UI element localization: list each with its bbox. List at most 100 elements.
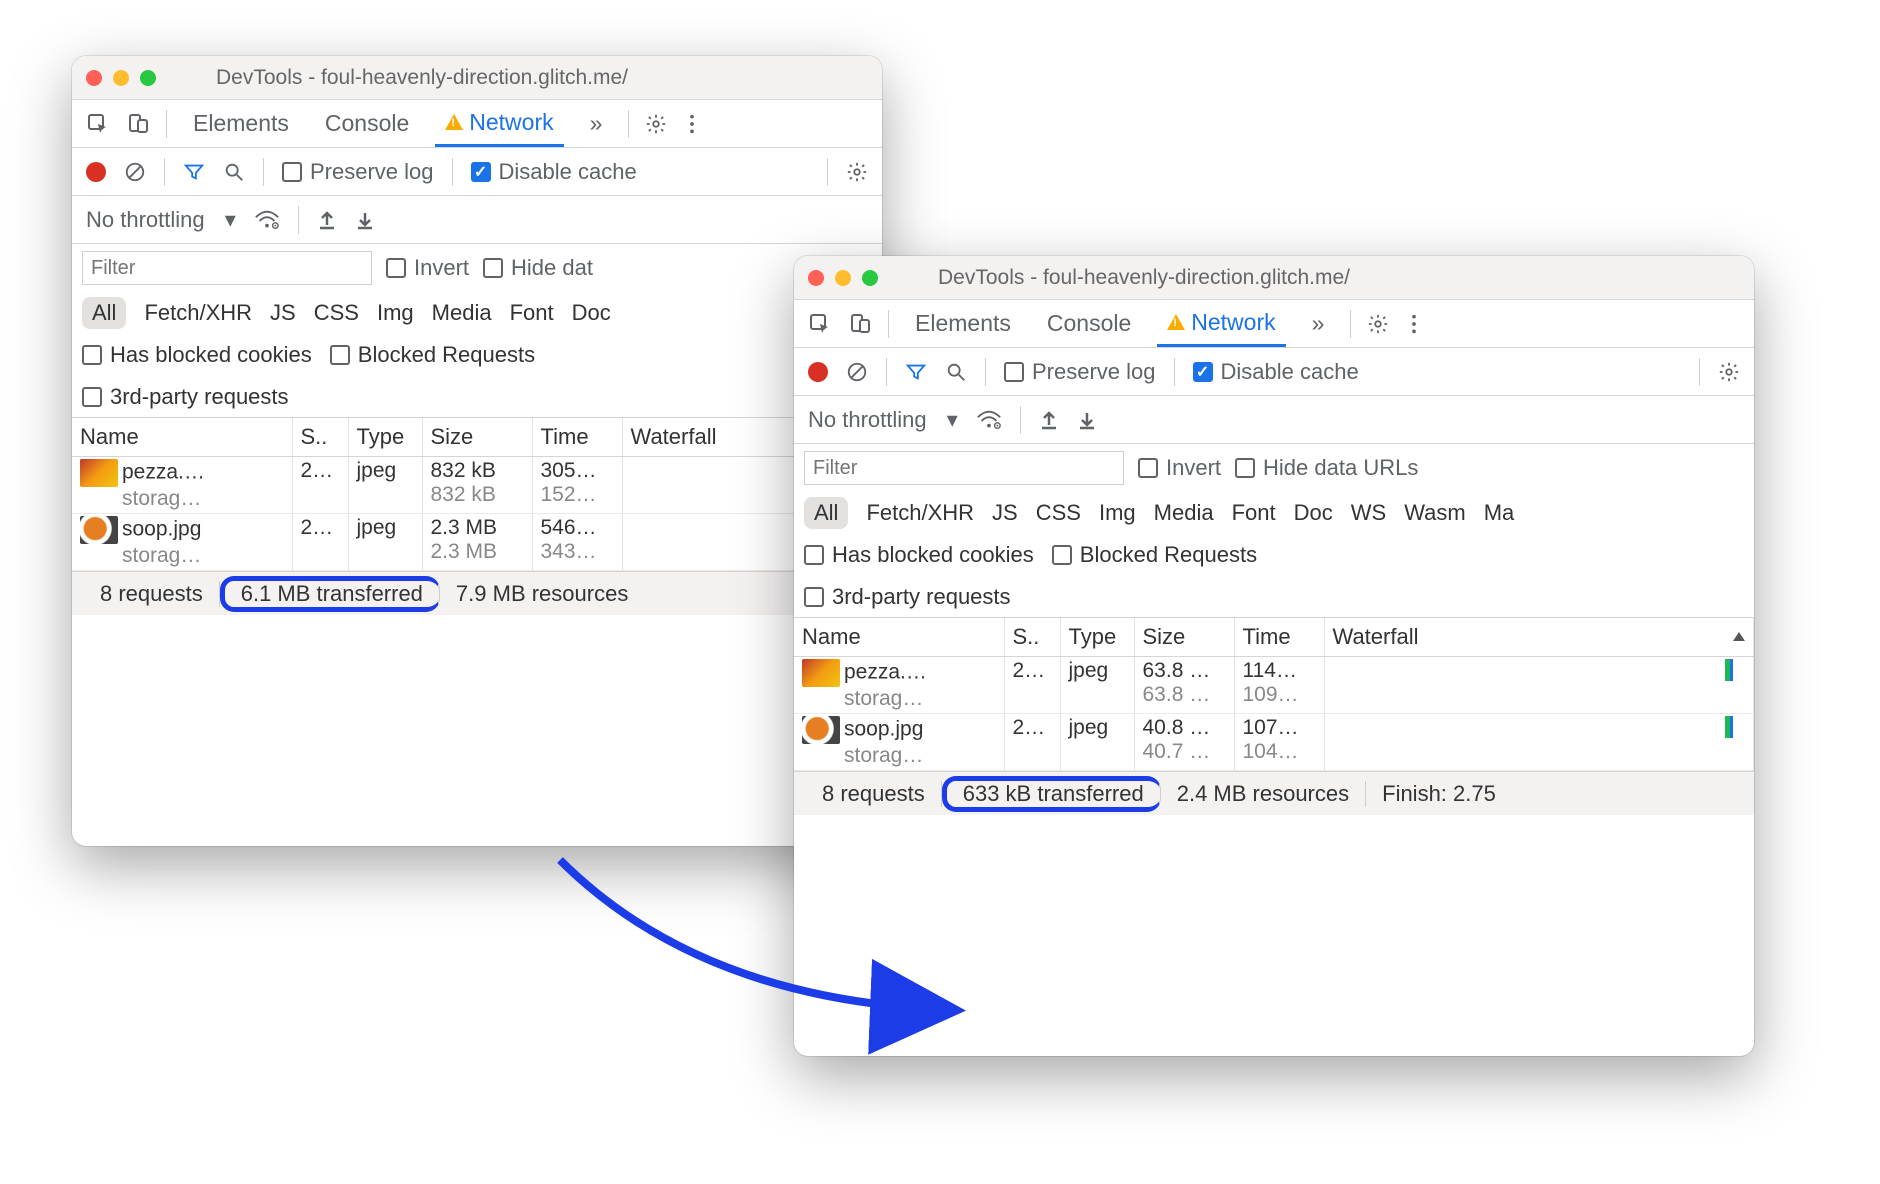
- col-name[interactable]: Name: [794, 618, 1004, 657]
- type-css[interactable]: CSS: [314, 300, 359, 326]
- request-table: Name S.. Type Size Time Waterfall pezza.…: [72, 418, 882, 571]
- col-status[interactable]: S..: [292, 418, 348, 457]
- upload-icon[interactable]: [1039, 409, 1059, 431]
- tab-console[interactable]: Console: [1037, 300, 1141, 347]
- col-size[interactable]: Size: [422, 418, 532, 457]
- tab-network[interactable]: Network: [1157, 300, 1285, 347]
- preserve-log-checkbox[interactable]: Preserve log: [1004, 359, 1156, 385]
- col-status[interactable]: S..: [1004, 618, 1060, 657]
- status-resources: 2.4 MB resources: [1161, 781, 1366, 807]
- wifi-icon[interactable]: [976, 409, 1002, 431]
- tab-network-label: Network: [469, 109, 553, 136]
- clear-icon[interactable]: [846, 361, 868, 383]
- disable-cache-checkbox[interactable]: Disable cache: [471, 159, 637, 185]
- col-time[interactable]: Time: [1234, 618, 1324, 657]
- type-doc[interactable]: Doc: [1294, 500, 1333, 526]
- blocked-requests-checkbox[interactable]: Blocked Requests: [1052, 542, 1257, 568]
- kebab-icon[interactable]: [683, 113, 701, 135]
- col-size[interactable]: Size: [1134, 618, 1234, 657]
- filter-icon[interactable]: [183, 161, 205, 183]
- upload-icon[interactable]: [317, 209, 337, 231]
- third-party-checkbox[interactable]: 3rd-party requests: [82, 384, 289, 410]
- gear-icon[interactable]: [1367, 313, 1389, 335]
- col-time[interactable]: Time: [532, 418, 622, 457]
- preserve-log-checkbox[interactable]: Preserve log: [282, 159, 434, 185]
- gear-icon[interactable]: [846, 161, 868, 183]
- table-row[interactable]: soop.jpgstorag… 2… jpeg 2.3 MB2.3 MB 546…: [72, 514, 882, 571]
- type-js[interactable]: JS: [270, 300, 296, 326]
- type-js[interactable]: JS: [992, 500, 1018, 526]
- maximize-icon[interactable]: [140, 70, 156, 86]
- type-img[interactable]: Img: [1099, 500, 1136, 526]
- filter-input[interactable]: [804, 451, 1124, 485]
- invert-checkbox[interactable]: Invert: [386, 255, 469, 281]
- invert-label: Invert: [414, 255, 469, 281]
- disable-cache-checkbox[interactable]: Disable cache: [1193, 359, 1359, 385]
- type-fetch[interactable]: Fetch/XHR: [866, 500, 974, 526]
- type-media[interactable]: Media: [1154, 500, 1214, 526]
- type-css[interactable]: CSS: [1036, 500, 1081, 526]
- table-row[interactable]: pezza.…storag… 2… jpeg 832 kB832 kB 305……: [72, 457, 882, 514]
- minimize-icon[interactable]: [113, 70, 129, 86]
- throttling-select[interactable]: No throttling ▾: [86, 207, 236, 233]
- search-icon[interactable]: [223, 161, 245, 183]
- table-row[interactable]: soop.jpgstorag… 2… jpeg 40.8 …40.7 … 107…: [794, 714, 1754, 771]
- download-icon[interactable]: [1077, 409, 1097, 431]
- device-toggle-icon[interactable]: [126, 112, 150, 136]
- type-filters: All Fetch/XHR JS CSS Img Media Font Doc …: [794, 492, 1754, 534]
- third-party-checkbox[interactable]: 3rd-party requests: [804, 584, 1011, 610]
- search-icon[interactable]: [945, 361, 967, 383]
- blocked-cookies-checkbox[interactable]: Has blocked cookies: [82, 342, 312, 368]
- third-party-row: 3rd-party requests: [72, 376, 882, 418]
- thumbnail-icon: [80, 459, 118, 487]
- device-toggle-icon[interactable]: [848, 312, 872, 336]
- col-waterfall[interactable]: Waterfall: [1324, 618, 1754, 657]
- blocked-cookies-checkbox[interactable]: Has blocked cookies: [804, 542, 1034, 568]
- clear-icon[interactable]: [124, 161, 146, 183]
- type-media[interactable]: Media: [432, 300, 492, 326]
- col-name[interactable]: Name: [72, 418, 292, 457]
- kebab-icon[interactable]: [1405, 313, 1423, 335]
- col-type[interactable]: Type: [348, 418, 422, 457]
- inspect-icon[interactable]: [808, 312, 832, 336]
- type-all[interactable]: All: [804, 497, 848, 529]
- minimize-icon[interactable]: [835, 270, 851, 286]
- traffic-lights: [86, 70, 156, 86]
- record-icon[interactable]: [86, 162, 106, 182]
- filter-input[interactable]: [82, 251, 372, 285]
- type-fetch[interactable]: Fetch/XHR: [144, 300, 252, 326]
- type-doc[interactable]: Doc: [572, 300, 611, 326]
- throttling-select[interactable]: No throttling ▾: [808, 407, 958, 433]
- tab-network[interactable]: Network: [435, 100, 563, 147]
- record-icon[interactable]: [808, 362, 828, 382]
- tab-console[interactable]: Console: [315, 100, 419, 147]
- type-font[interactable]: Font: [510, 300, 554, 326]
- close-icon[interactable]: [86, 70, 102, 86]
- gear-icon[interactable]: [645, 113, 667, 135]
- inspect-icon[interactable]: [86, 112, 110, 136]
- blocked-requests-checkbox[interactable]: Blocked Requests: [330, 342, 535, 368]
- tabs-overflow[interactable]: »: [580, 100, 613, 147]
- tab-elements[interactable]: Elements: [905, 300, 1021, 347]
- type-all[interactable]: All: [82, 297, 126, 329]
- type-ws[interactable]: WS: [1351, 500, 1386, 526]
- hide-data-urls-checkbox[interactable]: Hide dat: [483, 255, 593, 281]
- maximize-icon[interactable]: [862, 270, 878, 286]
- type-wasm[interactable]: Wasm: [1404, 500, 1466, 526]
- type-manifest[interactable]: Ma: [1484, 500, 1515, 526]
- filter-icon[interactable]: [905, 361, 927, 383]
- throttle-row: No throttling ▾: [794, 396, 1754, 444]
- download-icon[interactable]: [355, 209, 375, 231]
- table-row[interactable]: pezza.…storag… 2… jpeg 63.8 …63.8 … 114……: [794, 657, 1754, 714]
- invert-checkbox[interactable]: Invert: [1138, 455, 1221, 481]
- gear-icon[interactable]: [1718, 361, 1740, 383]
- close-icon[interactable]: [808, 270, 824, 286]
- type-font[interactable]: Font: [1232, 500, 1276, 526]
- col-type[interactable]: Type: [1060, 618, 1134, 657]
- tab-elements[interactable]: Elements: [183, 100, 299, 147]
- hide-data-urls-checkbox[interactable]: Hide data URLs: [1235, 455, 1418, 481]
- type-img[interactable]: Img: [377, 300, 414, 326]
- wifi-icon[interactable]: [254, 209, 280, 231]
- tabs-overflow[interactable]: »: [1302, 300, 1335, 347]
- devtools-window-before: DevTools - foul-heavenly-direction.glitc…: [72, 56, 882, 846]
